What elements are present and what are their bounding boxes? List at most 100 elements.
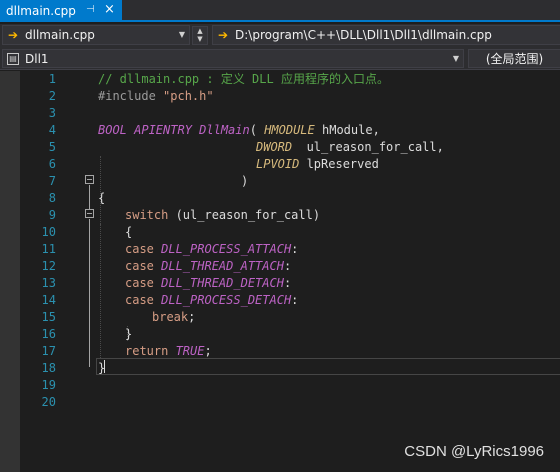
punct-token: (	[249, 123, 265, 137]
code-line: 17 return TRUE;	[0, 343, 560, 360]
line-number: 4	[48, 123, 56, 137]
code-line: 5 DWORD ul_reason_for_call,	[0, 139, 560, 156]
code-line: 10 {	[0, 224, 560, 241]
project-bar: ▤ Dll1 ▼ (全局范围)	[0, 48, 560, 70]
path-dropdown-label: D:\program\C++\DLL\Dll1\Dll1\dllmain.cpp	[235, 28, 492, 42]
macro-token: DLL_THREAD_DETACH	[161, 276, 284, 290]
preprocessor-token: #include	[98, 89, 164, 103]
keyword-token: case	[125, 276, 162, 290]
code-text: case DLL_PROCESS_ATTACH:	[125, 241, 298, 258]
code-text: case DLL_PROCESS_DETACH:	[125, 292, 298, 309]
file-dropdown[interactable]: ➔ dllmain.cpp ▼	[2, 25, 190, 45]
code-text: LPVOID lpReserved	[256, 156, 379, 173]
punct-token: :	[291, 293, 299, 307]
navigation-bar: ➔ dllmain.cpp ▼ ▲ ▼ ➔ D:\program\C++\DLL…	[0, 24, 560, 48]
code-text: }	[98, 361, 106, 375]
function-name-token: DllMain	[199, 123, 250, 137]
keyword-token: break	[152, 310, 189, 324]
code-line: 20	[0, 394, 560, 411]
line-number: 15	[41, 310, 56, 324]
line-number: 11	[41, 242, 56, 256]
code-line: 1 // dllmain.cpp : 定义 DLL 应用程序的入口点。	[0, 71, 560, 88]
code-text: break;	[152, 309, 195, 326]
project-icon: ▤	[7, 53, 19, 65]
code-line: 15 break;	[0, 309, 560, 326]
chevron-down-icon: ▼	[178, 30, 185, 39]
line-number: 1	[48, 72, 56, 86]
line-number: 20	[41, 395, 56, 409]
keyword-token: case	[125, 293, 162, 307]
code-text: DWORD ul_reason_for_call,	[256, 139, 444, 156]
code-text: {	[125, 225, 133, 239]
code-line: 8{	[0, 190, 560, 207]
code-text: #include "pch.h"	[98, 88, 214, 105]
punct-token: :	[283, 276, 292, 290]
line-number: 9	[48, 208, 56, 222]
line-number: 19	[41, 378, 56, 392]
scope-dropdown-label: (全局范围)	[485, 52, 544, 66]
path-dropdown[interactable]: ➔ D:\program\C++\DLL\Dll1\Dll1\dllmain.c…	[212, 25, 560, 45]
line-number: 6	[48, 157, 56, 171]
macro-token: DLL_THREAD_ATTACH	[161, 259, 284, 273]
line-number: 13	[41, 276, 56, 290]
code-line: 6 LPVOID lpReserved	[0, 156, 560, 173]
line-number: 8	[48, 191, 56, 205]
type-token: BOOL	[98, 123, 127, 137]
code-line: 9 switch (ul_reason_for_call)	[0, 207, 560, 224]
code-line: 13 case DLL_THREAD_DETACH:	[0, 275, 560, 292]
type-token: HMODULE	[264, 123, 315, 137]
code-text: )	[241, 174, 249, 188]
code-line: 11 case DLL_PROCESS_ATTACH:	[0, 241, 560, 258]
keyword-token: switch	[125, 208, 169, 222]
line-number: 16	[41, 327, 56, 341]
keyword-token: case	[125, 242, 162, 256]
macro-token: APIENTRY	[126, 123, 200, 137]
code-line: 2 #include "pch.h"	[0, 88, 560, 105]
code-text: case DLL_THREAD_ATTACH:	[125, 258, 291, 275]
type-token: DWORD	[256, 140, 293, 154]
param-token: hModule,	[314, 123, 380, 137]
document-tab-strip: dllmain.cpp ⊣ ×	[0, 0, 560, 22]
code-editor[interactable]: 1 // dllmain.cpp : 定义 DLL 应用程序的入口点。 2 #inc…	[0, 71, 560, 472]
line-number: 5	[48, 140, 56, 154]
project-dropdown[interactable]: ▤ Dll1 ▼	[2, 49, 464, 68]
macro-token: DLL_PROCESS_ATTACH	[161, 242, 292, 256]
line-number: 7	[48, 174, 56, 188]
punct-token: :	[283, 259, 292, 273]
punct-token: ;	[204, 344, 212, 358]
code-text: // dllmain.cpp : 定义 DLL 应用程序的入口点。	[98, 72, 389, 86]
code-text: }	[125, 327, 133, 341]
tab-title: dllmain.cpp	[6, 4, 76, 18]
line-number: 2	[48, 89, 56, 103]
code-text: {	[98, 191, 106, 205]
code-line: 12 case DLL_THREAD_ATTACH:	[0, 258, 560, 275]
tab-dllmain[interactable]: dllmain.cpp ⊣ ×	[0, 0, 122, 22]
sync-updown-button[interactable]: ▲ ▼	[192, 26, 208, 45]
arrow-down-icon: ▼	[197, 35, 203, 43]
line-number: 14	[41, 293, 56, 307]
keyword-token: return	[125, 344, 176, 358]
string-token: "pch.h"	[163, 89, 214, 103]
cpp-file-icon: ➔	[218, 28, 229, 42]
pin-icon[interactable]: ⊣	[86, 4, 95, 15]
punct-token: ;	[188, 310, 196, 324]
expression-token: (ul_reason_for_call)	[168, 208, 321, 222]
cpp-file-icon: ➔	[8, 28, 19, 42]
line-number: 10	[41, 225, 56, 239]
punct-token: :	[291, 242, 299, 256]
code-line: 7)	[0, 173, 560, 190]
type-token: LPVOID	[256, 157, 300, 171]
scope-dropdown[interactable]: (全局范围)	[468, 49, 560, 68]
macro-token: TRUE	[175, 344, 205, 358]
close-icon[interactable]: ×	[104, 2, 115, 17]
arrow-up-icon: ▲	[197, 27, 203, 35]
code-line: 4 BOOL APIENTRY DllMain( HMODULE hModule,	[0, 122, 560, 139]
line-number: 17	[41, 344, 56, 358]
code-text: BOOL APIENTRY DllMain( HMODULE hModule,	[98, 122, 380, 139]
watermark: CSDN @LyRics1996	[404, 443, 544, 460]
code-line: 19	[0, 377, 560, 394]
macro-token: DLL_PROCESS_DETACH	[161, 293, 292, 307]
code-text: case DLL_THREAD_DETACH:	[125, 275, 291, 292]
code-line: 3	[0, 105, 560, 122]
code-line: 14 case DLL_PROCESS_DETACH:	[0, 292, 560, 309]
